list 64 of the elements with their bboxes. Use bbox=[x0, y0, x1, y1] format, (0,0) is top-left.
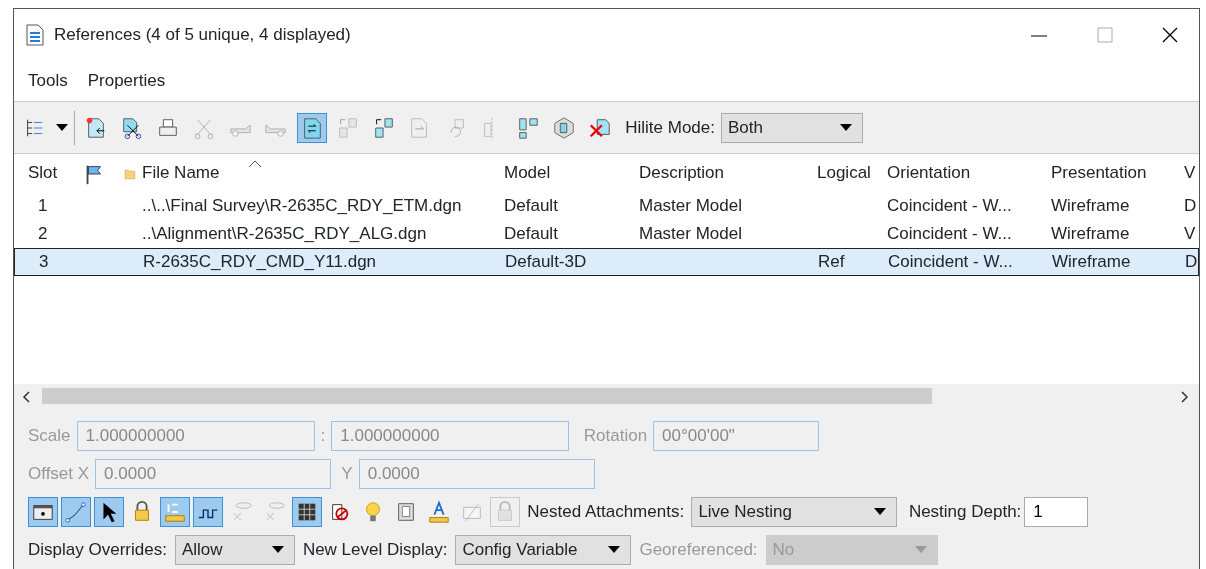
menu-item[interactable]: Properties bbox=[87, 68, 166, 94]
table-cell-text: Wireframe bbox=[1050, 223, 1131, 246]
table-row[interactable]: 1 ..\..\Final Survey\R-2635C_RDY_ETM.dgn Default Master Model Coincident - W... Wireframe D bbox=[14, 192, 1199, 220]
hilite-mode-label: Hilite Mode: bbox=[625, 116, 715, 139]
field-label: Scale bbox=[28, 424, 71, 447]
dropdown[interactable]: Allow bbox=[174, 534, 295, 565]
table-cell-text: Coincident - W... bbox=[887, 251, 1014, 274]
caret-icon bbox=[874, 507, 887, 516]
pointer-icon[interactable] bbox=[94, 496, 124, 527]
column-header[interactable]: Model bbox=[500, 160, 635, 186]
column-header[interactable]: Orientation bbox=[883, 160, 1047, 186]
field-label: Nesting Depth: bbox=[908, 500, 1022, 523]
table-cell-text: R-2635C_RDY_CMD_Y11.dgn bbox=[142, 251, 378, 274]
table-cell-text: ..\Alignment\R-2635C_RDY_ALG.dgn bbox=[141, 223, 428, 246]
table-cell-text: Master Model bbox=[638, 195, 743, 218]
table-cell-text: 3 bbox=[38, 251, 50, 274]
dropdown[interactable]: Config Variable bbox=[455, 534, 632, 565]
column-header[interactable]: V bbox=[1180, 160, 1199, 186]
field-label: Georeferenced: bbox=[639, 538, 758, 561]
document-icon bbox=[26, 24, 44, 46]
table-cell-text: Wireframe bbox=[1050, 195, 1131, 218]
caret-icon bbox=[56, 123, 68, 132]
table-cell-text: V bbox=[1183, 223, 1197, 246]
column-header[interactable]: File Name bbox=[138, 160, 500, 186]
field-label: New Level Display: bbox=[302, 538, 448, 561]
field-label: Display Overrides: bbox=[28, 538, 167, 561]
field-label: Rotation bbox=[583, 424, 648, 447]
table-cell-text: Coincident - W... bbox=[886, 223, 1013, 246]
field-label: Offset X bbox=[28, 462, 90, 485]
table-cell-text: Default bbox=[503, 223, 559, 246]
column-header[interactable]: Presentation bbox=[1047, 160, 1180, 186]
table-cell-text: Coincident - W... bbox=[886, 195, 1013, 218]
caret-icon bbox=[914, 545, 927, 554]
field-label: Nested Attachments: bbox=[527, 500, 685, 523]
table-row[interactable]: 2 ..\Alignment\R-2635C_RDY_ALG.dgn Default Master Model Coincident - W... Wireframe V bbox=[14, 220, 1199, 248]
grid-icon[interactable] bbox=[292, 496, 322, 527]
table-cell-text: Ref bbox=[817, 251, 846, 274]
exchange-document-icon[interactable] bbox=[297, 112, 327, 143]
table-cell-text: 1 bbox=[37, 195, 49, 218]
caret-icon bbox=[840, 123, 852, 132]
table-row[interactable]: 3 R-2635C_RDY_CMD_Y11.dgn Default-3D Ref Coincident - W... Wireframe D bbox=[14, 248, 1199, 276]
caret-icon bbox=[271, 545, 284, 554]
view-window-icon[interactable] bbox=[28, 496, 58, 527]
window-title: References (4 of 5 unique, 4 displayed) bbox=[54, 24, 352, 47]
separator-label: : bbox=[320, 424, 326, 447]
table-cell-text: ..\..\Final Survey\R-2635C_RDY_ETM.dgn bbox=[141, 195, 463, 218]
nesting-dropdown[interactable]: Live Nesting bbox=[691, 496, 898, 527]
scrollbar-thumb[interactable] bbox=[42, 388, 932, 404]
table-cell-text: 2 bbox=[37, 223, 49, 246]
field-label: Y bbox=[341, 462, 353, 485]
nesting-depth-field[interactable]: 1 bbox=[1024, 496, 1089, 527]
table-cell-text: Default-3D bbox=[504, 251, 588, 274]
menu-item[interactable]: Tools bbox=[28, 68, 68, 94]
caret-icon bbox=[608, 545, 621, 554]
column-header[interactable]: Description bbox=[635, 160, 813, 186]
table-cell-text: Default bbox=[503, 195, 559, 218]
column-header[interactable]: Logical bbox=[813, 160, 883, 186]
table-cell-text: Master Model bbox=[638, 223, 743, 246]
table-cell-text: D bbox=[1183, 195, 1198, 218]
table-cell-text: D bbox=[1184, 251, 1198, 274]
column-header[interactable]: Slot bbox=[14, 160, 78, 186]
wave-icon[interactable] bbox=[193, 496, 223, 527]
hilite-mode-dropdown[interactable]: Both bbox=[721, 112, 863, 143]
table-cell-text: Wireframe bbox=[1051, 251, 1132, 274]
